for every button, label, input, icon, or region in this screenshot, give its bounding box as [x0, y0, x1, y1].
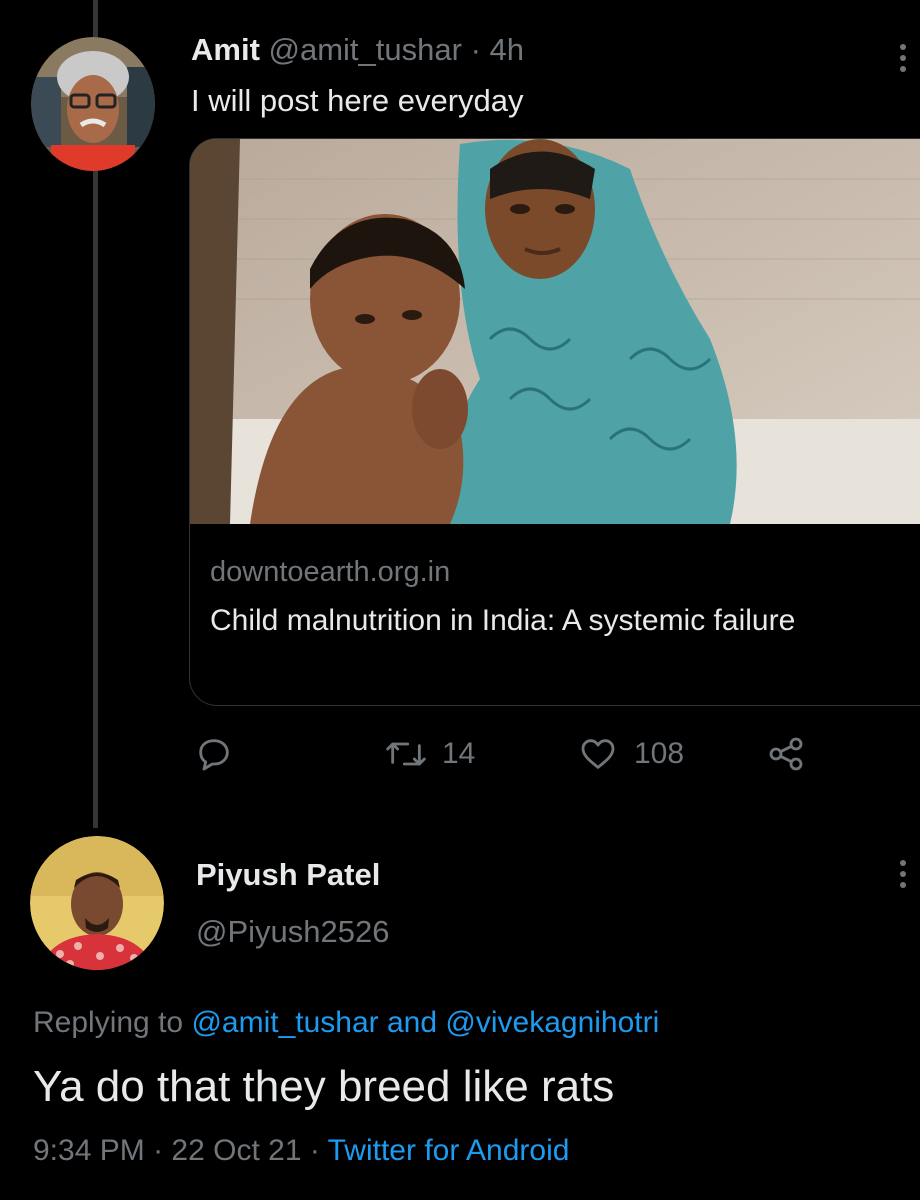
- reply-text: Ya do that they breed like rats: [33, 1062, 615, 1111]
- reply-author-name[interactable]: Piyush Patel: [196, 857, 380, 893]
- mention-amit[interactable]: @amit_tushar: [191, 1006, 378, 1039]
- like-button[interactable]: 108: [576, 734, 684, 774]
- tweet-text: I will post here everyday: [191, 83, 524, 118]
- reply-author-handle[interactable]: @Piyush2526: [196, 914, 389, 950]
- separator-dot: ·: [470, 32, 481, 67]
- link-preview-card[interactable]: downtoearth.org.in Child malnutrition in…: [189, 138, 920, 706]
- retweet-count: 14: [442, 737, 476, 770]
- meta-dot: ·: [309, 1134, 320, 1167]
- replying-to-line: Replying to @amit_tushar and @vivekagnih…: [33, 1006, 659, 1040]
- reply-icon: [199, 739, 229, 771]
- retweet-button[interactable]: 14: [384, 734, 475, 774]
- share-icon: [769, 737, 803, 771]
- like-count: 108: [634, 737, 685, 770]
- retweet-icon: [386, 742, 426, 766]
- reply-source[interactable]: Twitter for Android: [328, 1134, 570, 1167]
- more-vertical-icon[interactable]: [900, 860, 916, 893]
- article-image: [190, 139, 920, 524]
- reply-button[interactable]: [194, 734, 234, 774]
- card-domain: downtoearth.org.in: [210, 556, 451, 588]
- author-handle[interactable]: @amit_tushar: [269, 32, 462, 67]
- share-button[interactable]: [764, 734, 808, 774]
- more-vertical-icon[interactable]: [900, 44, 916, 77]
- mention-vivek[interactable]: @vivekagnihotri: [445, 1006, 659, 1039]
- tweet-header: Amit @amit_tushar · 4h: [191, 32, 524, 68]
- card-title: Child malnutrition in India: A systemic …: [210, 604, 796, 637]
- author-name[interactable]: Amit: [191, 32, 260, 67]
- heart-icon: [581, 739, 615, 769]
- tweet-meta: 9:34 PM · 22 Oct 21 · Twitter for Androi…: [33, 1134, 569, 1168]
- reply-time[interactable]: 9:34 PM: [33, 1134, 145, 1167]
- tweet-time[interactable]: 4h: [490, 32, 524, 67]
- avatar-piyush[interactable]: [30, 836, 164, 970]
- reply-date[interactable]: 22 Oct 21: [171, 1134, 301, 1167]
- avatar-amit[interactable]: [31, 37, 155, 171]
- replying-prefix: Replying to: [33, 1006, 184, 1039]
- meta-dot: ·: [153, 1134, 164, 1167]
- replying-and[interactable]: and: [387, 1006, 437, 1039]
